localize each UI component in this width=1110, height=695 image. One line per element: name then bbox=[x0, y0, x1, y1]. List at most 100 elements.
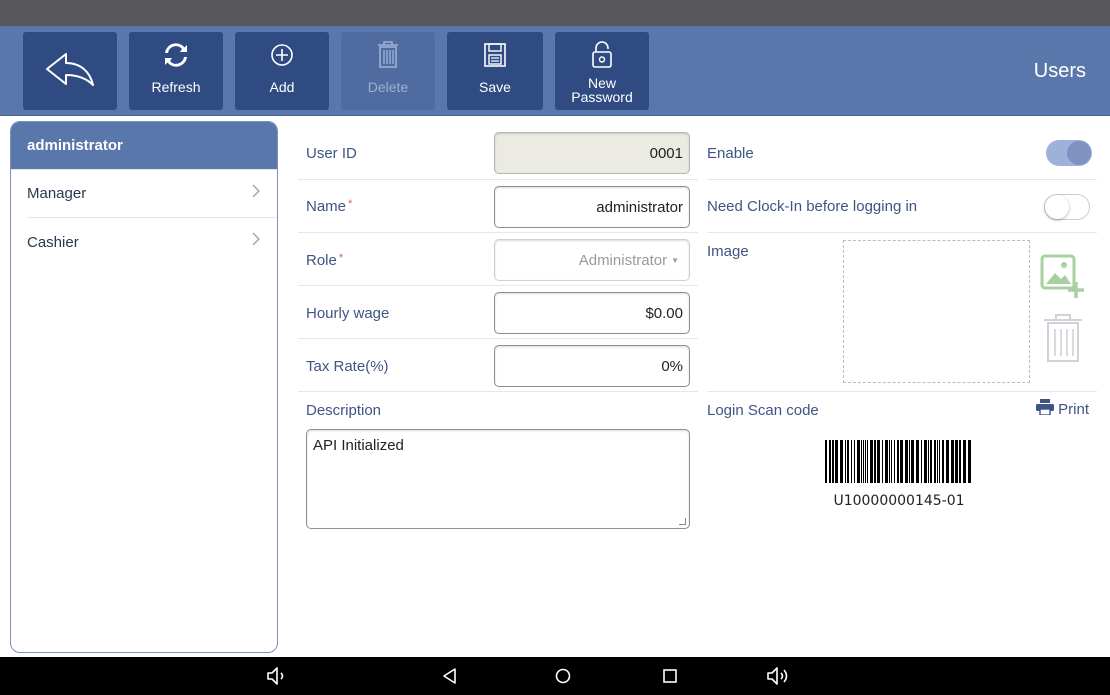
role-select-value: Administrator bbox=[578, 251, 668, 269]
role-item-cashier[interactable]: Cashier bbox=[27, 218, 277, 266]
printer-icon bbox=[1036, 399, 1055, 419]
barcode-bar bbox=[894, 440, 895, 483]
hourly-wage-field[interactable]: $0.00 bbox=[494, 292, 690, 334]
description-textarea[interactable]: API Initialized bbox=[306, 429, 690, 529]
toolbar: Refresh Add Delete Save New Password Use… bbox=[0, 26, 1110, 116]
required-mark: * bbox=[348, 198, 353, 210]
barcode-bar bbox=[891, 440, 892, 483]
barcode-bar bbox=[882, 440, 883, 483]
barcode-bar bbox=[835, 440, 838, 483]
back-button[interactable] bbox=[23, 32, 117, 110]
caret-down-icon: ▼ bbox=[671, 255, 679, 265]
name-label-text: Name bbox=[306, 198, 347, 215]
trash-icon bbox=[376, 38, 400, 72]
divider bbox=[707, 232, 1097, 233]
role-item-manager[interactable]: Manager bbox=[27, 170, 277, 218]
barcode-bar bbox=[851, 440, 852, 483]
chevron-right-icon bbox=[251, 183, 261, 204]
barcode-bar bbox=[889, 440, 890, 483]
nav-home-icon[interactable] bbox=[552, 665, 574, 687]
hourly-wage-label: Hourly wage bbox=[306, 305, 390, 322]
refresh-label: Refresh bbox=[151, 79, 201, 95]
status-bar bbox=[0, 0, 1110, 26]
barcode-bar bbox=[825, 440, 827, 483]
print-button[interactable]: Print bbox=[1036, 399, 1089, 419]
barcode-bar bbox=[867, 440, 868, 483]
barcode-bar bbox=[921, 440, 922, 483]
unlock-icon bbox=[591, 38, 613, 72]
tax-rate-field[interactable]: 0% bbox=[494, 345, 690, 387]
resize-handle-icon[interactable] bbox=[679, 518, 686, 525]
divider bbox=[707, 179, 1097, 180]
barcode-bar bbox=[829, 440, 831, 483]
save-button[interactable]: Save bbox=[447, 32, 543, 110]
volume-up-icon[interactable] bbox=[766, 665, 792, 687]
name-label: Name * bbox=[306, 198, 352, 215]
barcode-bar bbox=[968, 440, 971, 483]
barcode-bar bbox=[885, 440, 888, 483]
nav-back-icon[interactable] bbox=[439, 665, 461, 687]
barcode-bar bbox=[942, 440, 944, 483]
role-item-label: Cashier bbox=[27, 233, 79, 251]
image-label: Image bbox=[707, 243, 749, 260]
delete-button[interactable]: Delete bbox=[341, 32, 435, 110]
required-mark: * bbox=[338, 252, 344, 264]
barcode-bar bbox=[924, 440, 927, 483]
barcode-bar bbox=[854, 440, 855, 483]
back-arrow-icon bbox=[44, 52, 96, 86]
toggle-knob bbox=[1067, 141, 1091, 165]
toggle-knob bbox=[1045, 195, 1069, 219]
barcode-bar bbox=[946, 440, 949, 483]
role-item-administrator[interactable]: administrator bbox=[11, 122, 277, 170]
divider bbox=[298, 179, 698, 180]
role-select[interactable]: Administrator ▼ bbox=[494, 239, 690, 281]
nav-recents-icon[interactable] bbox=[659, 665, 681, 687]
barcode-value: U10000000145-01 bbox=[833, 493, 965, 509]
refresh-button[interactable]: Refresh bbox=[129, 32, 223, 110]
divider bbox=[298, 338, 698, 339]
new-password-label-line1: New bbox=[587, 75, 616, 91]
name-field[interactable]: administrator bbox=[494, 186, 690, 228]
floppy-icon bbox=[484, 38, 506, 72]
user-id-field: 0001 bbox=[494, 132, 690, 174]
barcode-bar bbox=[959, 440, 961, 483]
new-password-button[interactable]: New Password bbox=[555, 32, 649, 110]
barcode-bar bbox=[877, 440, 880, 483]
barcode-bar bbox=[863, 440, 864, 483]
image-preview bbox=[843, 240, 1030, 383]
barcode-bar bbox=[861, 440, 862, 483]
user-id-label: User ID bbox=[306, 145, 357, 162]
add-circle-icon bbox=[270, 38, 294, 72]
description-label: Description bbox=[306, 402, 382, 419]
divider bbox=[298, 285, 698, 286]
barcode-bar bbox=[963, 440, 966, 483]
enable-toggle[interactable] bbox=[1046, 140, 1092, 166]
barcode-bar bbox=[874, 440, 876, 483]
new-password-label: New Password bbox=[571, 76, 632, 104]
barcode-bar bbox=[911, 440, 914, 483]
refresh-icon bbox=[163, 38, 189, 72]
new-password-label-line2: Password bbox=[571, 89, 633, 105]
barcode-bar bbox=[930, 440, 932, 483]
barcode-bar bbox=[832, 440, 834, 483]
add-image-icon[interactable] bbox=[1040, 254, 1086, 305]
chevron-right-icon bbox=[251, 231, 261, 252]
add-button[interactable]: Add bbox=[235, 32, 329, 110]
role-list: administrator Manager Cashier bbox=[10, 121, 278, 653]
divider bbox=[707, 391, 1097, 392]
volume-down-icon[interactable] bbox=[266, 665, 288, 687]
barcode-bar bbox=[934, 440, 936, 483]
barcode-bar bbox=[900, 440, 903, 483]
remove-image-icon[interactable] bbox=[1040, 312, 1086, 369]
barcode-bar bbox=[897, 440, 899, 483]
page-title: Users bbox=[1033, 60, 1086, 82]
clockin-label: Need Clock-In before logging in bbox=[707, 198, 918, 215]
save-label: Save bbox=[479, 79, 511, 95]
clockin-toggle[interactable] bbox=[1044, 194, 1090, 220]
barcode-bar bbox=[937, 440, 938, 483]
barcode-bar bbox=[955, 440, 958, 483]
barcode-bar bbox=[847, 440, 849, 483]
add-label: Add bbox=[269, 79, 295, 95]
barcode-bar bbox=[916, 440, 919, 483]
barcode-image bbox=[825, 440, 971, 483]
